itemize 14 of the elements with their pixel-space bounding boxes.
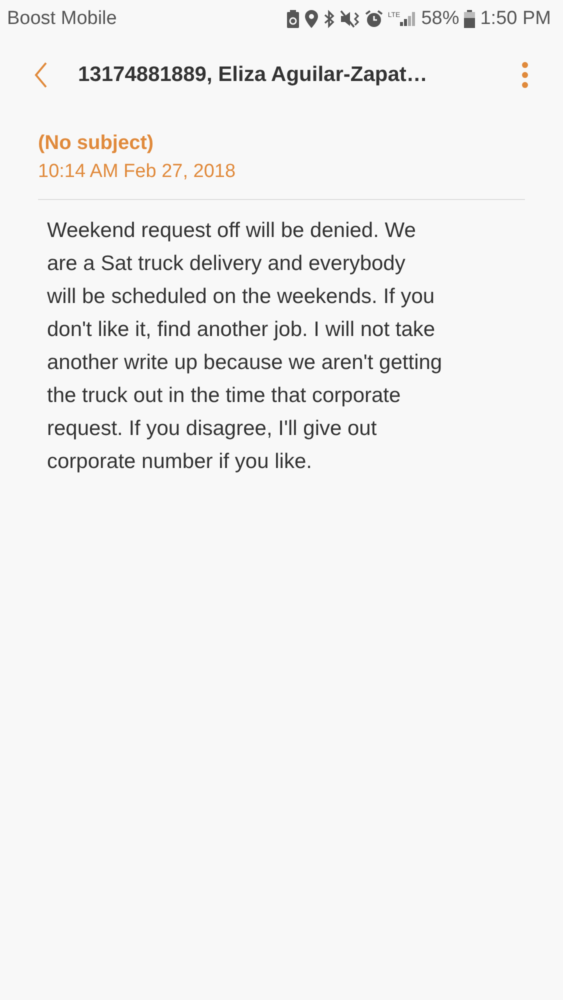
- carrier-name: Boost Mobile: [7, 8, 117, 30]
- battery-icon: [464, 10, 476, 28]
- message-subject: (No subject): [38, 132, 155, 155]
- conversation-title: 13174881889, Eliza Aguilar-Zapat…: [78, 63, 428, 87]
- signal-icon: [400, 12, 416, 26]
- message-timestamp: 10:14 AM Feb 27, 2018: [38, 161, 237, 183]
- battery-percent: 58%: [421, 8, 460, 30]
- mute-vibrate-icon: [340, 10, 360, 28]
- message-body: Weekend request off will be denied. We are a Sat truck delivery and everybody will be scheduled on the weekends. If you don't like it, find another job. I will not take another write up because we aren't getting the truck out in the time that corporate request. If you disagree, I'll give out corporate number if you like.: [47, 218, 444, 475]
- clock-time: 1:50 PM: [480, 8, 551, 30]
- location-icon: [304, 10, 318, 28]
- battery-saver-icon: [286, 10, 300, 28]
- alarm-icon: [364, 10, 383, 28]
- bluetooth-icon: [322, 10, 335, 28]
